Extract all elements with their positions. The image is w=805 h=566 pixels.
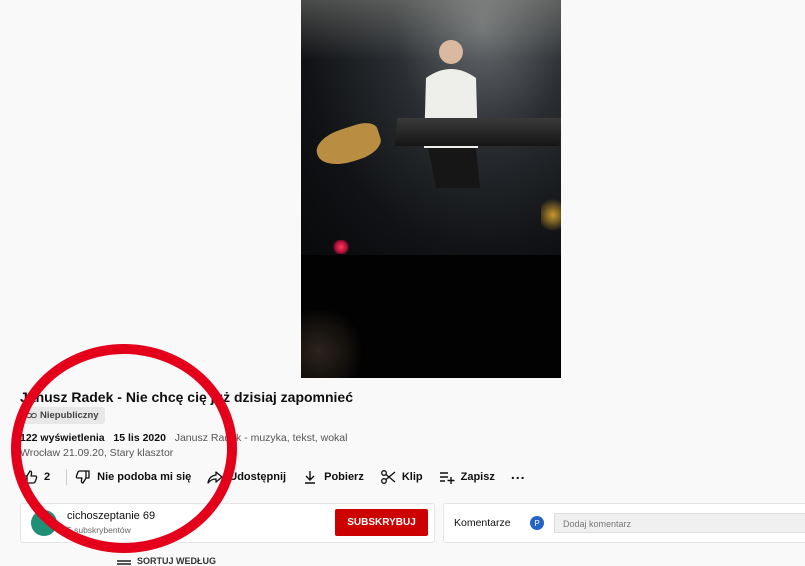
save-button[interactable]: Zapisz (439, 469, 495, 485)
more-icon: ... (510, 466, 526, 482)
sort-comments-button[interactable]: SORTUJ WEDŁUG (117, 556, 216, 566)
user-avatar: P (530, 516, 544, 530)
clip-label: Klip (401, 471, 423, 483)
download-button[interactable]: Pobierz (302, 469, 364, 485)
video-player[interactable] (301, 0, 561, 378)
download-icon (305, 471, 316, 484)
comments-card: Komentarze P Dodaj komentarz (443, 503, 805, 543)
subscribe-button[interactable]: SUBSKRYBUJ (335, 509, 428, 536)
comments-label: Komentarze (454, 517, 511, 529)
red-stage-light (331, 240, 351, 254)
sort-icon (117, 560, 131, 562)
share-label: Udostępnij (229, 471, 287, 483)
keyboard-instrument (394, 118, 561, 146)
amber-stage-light (541, 195, 561, 235)
more-actions-button[interactable]: ... (510, 466, 526, 485)
audience-heads (301, 310, 361, 378)
save-label: Zapisz (460, 471, 495, 483)
download-label: Pobierz (324, 471, 364, 483)
red-annotation-circle (11, 344, 237, 553)
comment-input[interactable]: Dodaj komentarz (554, 513, 805, 533)
clip-button[interactable]: Klip (380, 469, 423, 485)
playlist-add-icon (439, 472, 455, 484)
singer-figure (424, 40, 480, 188)
scissors-icon (380, 470, 396, 484)
sort-label: SORTUJ WEDŁUG (137, 556, 217, 566)
